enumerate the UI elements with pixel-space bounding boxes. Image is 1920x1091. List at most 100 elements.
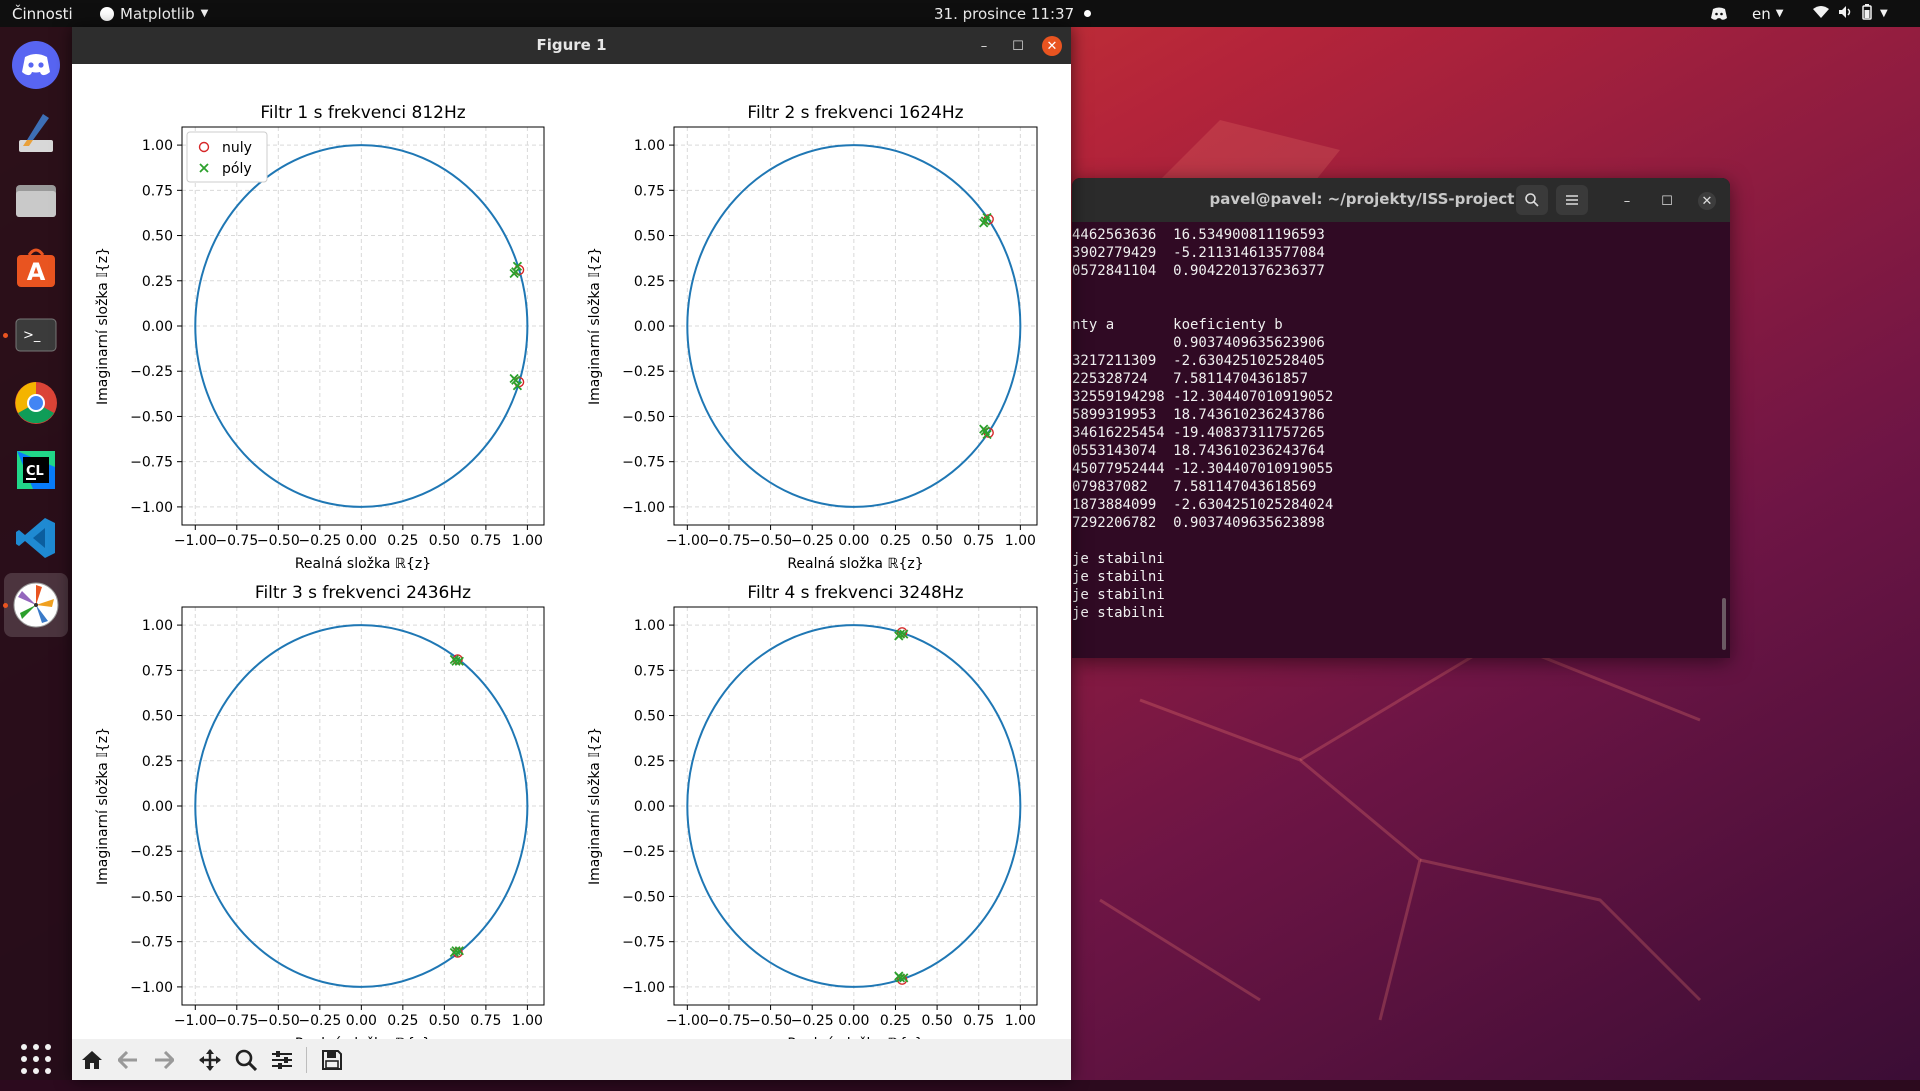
terminal-line: 0572841104 0.9042201376236377: [1072, 263, 1325, 279]
y-tick-label: 0.50: [634, 709, 665, 725]
y-tick-label: −0.50: [130, 409, 173, 425]
back-button[interactable]: [114, 1047, 142, 1073]
y-tick-label: −1.00: [130, 980, 173, 996]
maximize-icon: ☐: [1661, 193, 1673, 209]
software-center-icon: A: [17, 248, 55, 287]
minimize-icon: –: [1623, 193, 1631, 209]
figure-canvas[interactable]: −1.00−0.75−0.50−0.25 0.00 0.25 0.50 0.75 1.00…: [72, 64, 1071, 1039]
zoom-icon: [235, 1049, 257, 1071]
terminal-maximize-button[interactable]: ☐: [1658, 192, 1676, 210]
y-tick-label: −0.75: [622, 935, 665, 951]
x-tick-label: 1.00: [512, 533, 543, 549]
y-tick-label: 0.50: [142, 709, 173, 725]
configure-subplots-button[interactable]: [268, 1047, 296, 1073]
terminal-line: je stabilni: [1072, 569, 1165, 585]
x-tick-label: −1.00: [666, 533, 709, 549]
y-tick-label: 0.75: [142, 663, 173, 679]
grid-icon: [21, 1044, 51, 1074]
app-menu[interactable]: Matplotlib ▼: [100, 0, 208, 27]
y-tick-label: 0.25: [142, 274, 173, 290]
figure-window[interactable]: Figure 1 – ☐ ✕ −1.00 −0.75 −0.50 −0.25 0.00 0…: [72, 27, 1071, 1080]
legend: nuly póly: [186, 131, 268, 183]
save-icon: [322, 1050, 342, 1070]
terminal-line: 1873884099 -2.6304251025284024: [1072, 497, 1334, 513]
terminal-line: 7292206782 0.9037409635623898: [1072, 515, 1325, 531]
dock-matplotlib[interactable]: [3, 573, 68, 637]
navigation-toolbar: [72, 1039, 1071, 1080]
dock-terminal[interactable]: >_: [3, 303, 68, 367]
x-tick-label: −0.75: [707, 1013, 750, 1029]
pan-button[interactable]: [196, 1047, 224, 1073]
x-axis-label: Realná složka ℝ{z}: [295, 556, 431, 572]
y-tick-label: −0.25: [130, 364, 173, 380]
terminal-search-button[interactable]: [1516, 185, 1548, 215]
vscode-icon: [16, 518, 55, 558]
discord-tray-icon[interactable]: [1710, 0, 1728, 27]
dock-files[interactable]: [4, 168, 68, 232]
dock-discord[interactable]: [4, 33, 68, 97]
running-indicator: [3, 603, 8, 608]
show-applications-button[interactable]: [4, 1027, 68, 1091]
svg-text:A: A: [27, 258, 46, 286]
wifi-icon: [1812, 5, 1830, 23]
terminal-close-button[interactable]: ✕: [1698, 192, 1716, 210]
x-tick-label: −0.75: [215, 533, 258, 549]
y-tick-label: 0.25: [142, 754, 173, 770]
svg-text:>_: >_: [23, 328, 41, 343]
terminal-scrollbar[interactable]: [1722, 598, 1726, 650]
subplot-title: Filtr 1 s frekvenci 812Hz: [260, 103, 465, 123]
y-axis-label: Imaginarní složka 𝕀{z}: [587, 727, 603, 885]
zoom-button[interactable]: [232, 1047, 260, 1073]
terminal-titlebar[interactable]: pavel@pavel: ~/projekty/ISS-project – ☐ …: [1072, 178, 1730, 222]
y-tick-label: 0.75: [142, 183, 173, 199]
home-button[interactable]: [78, 1047, 106, 1073]
figure-close-button[interactable]: ✕: [1042, 36, 1062, 56]
clock[interactable]: 31. prosince 11:37: [934, 0, 1092, 27]
subplot-2: −1.00−0.75−0.50−0.25 0.00 0.25 0.50 0.75 1.00…: [587, 103, 1038, 572]
forward-button[interactable]: [150, 1047, 178, 1073]
dock-clion[interactable]: CL: [4, 438, 68, 502]
dock-drawing-app[interactable]: [4, 101, 68, 165]
terminal-minimize-button[interactable]: –: [1618, 192, 1636, 210]
hamburger-menu-icon: [1566, 195, 1578, 205]
y-tick-label: 0.25: [634, 274, 665, 290]
terminal-line: 45077952444 -12.304407010919055: [1072, 461, 1334, 477]
terminal-window[interactable]: pavel@pavel: ~/projekty/ISS-project – ☐ …: [1072, 178, 1730, 658]
x-tick-label: 1.00: [1005, 533, 1036, 549]
terminal-output[interactable]: 4462563636 16.534900811196593 3902779429 …: [1072, 226, 1722, 656]
save-button[interactable]: [318, 1047, 346, 1073]
terminal-icon: >_: [15, 318, 57, 352]
dock-software-center[interactable]: A: [4, 236, 68, 300]
y-tick-label: 0.50: [142, 229, 173, 245]
figure-minimize-button[interactable]: –: [974, 36, 994, 56]
x-tick-label: 0.50: [429, 533, 460, 549]
x-tick-label: 0.00: [838, 1013, 869, 1029]
subplot-3: −1.00−0.75−0.50−0.25 0.00 0.25 0.50 0.75 1.00…: [95, 583, 545, 1039]
x-tick-label: 0.25: [387, 533, 418, 549]
terminal-line: je stabilni: [1072, 587, 1165, 603]
y-tick-label: 0.00: [634, 799, 665, 815]
x-tick-label: −0.50: [257, 533, 300, 549]
terminal-line: je stabilni: [1072, 605, 1165, 621]
x-tick-label: 0.50: [922, 533, 953, 549]
y-tick-label: −1.00: [622, 500, 665, 516]
close-icon: ✕: [1701, 193, 1713, 209]
terminal-menu-button[interactable]: [1556, 185, 1588, 215]
running-indicator: [3, 333, 8, 338]
legend-label: nuly: [222, 140, 252, 156]
y-tick-label: −1.00: [622, 980, 665, 996]
minimize-icon: –: [980, 38, 988, 54]
subplot-title: Filtr 2 s frekvenci 1624Hz: [747, 103, 963, 123]
figure-maximize-button[interactable]: ☐: [1008, 36, 1028, 56]
dock-vscode[interactable]: [4, 506, 68, 570]
figure-titlebar[interactable]: Figure 1 – ☐ ✕: [72, 27, 1071, 64]
x-tick-label: 0.00: [838, 533, 869, 549]
language-indicator[interactable]: en ▼: [1752, 0, 1783, 27]
dock-chrome[interactable]: [4, 371, 68, 435]
x-tick-label: −0.25: [298, 1013, 341, 1029]
activities-button[interactable]: Činnosti: [12, 0, 73, 27]
y-tick-label: −0.50: [622, 889, 665, 905]
system-menu[interactable]: ▼: [1812, 0, 1888, 27]
terminal-line: 3902779429 -5.211314613577084: [1072, 245, 1325, 261]
y-tick-label: 0.75: [634, 663, 665, 679]
